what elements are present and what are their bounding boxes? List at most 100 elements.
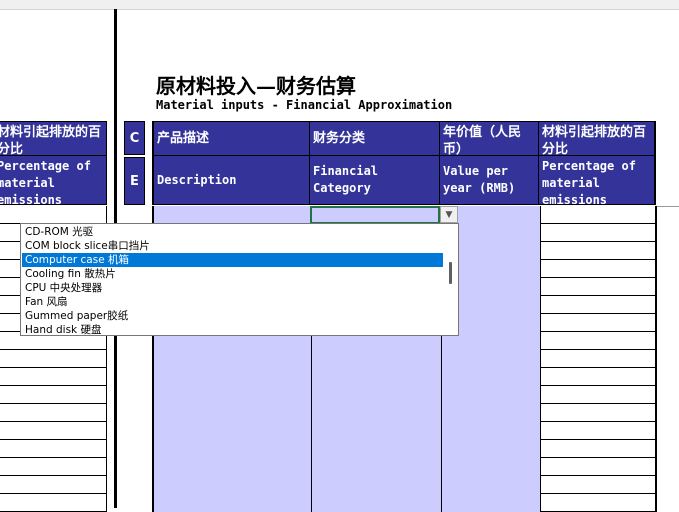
col-c-cell[interactable]: C: [124, 121, 145, 155]
description-cell[interactable]: [154, 350, 312, 368]
percentage-cell[interactable]: [541, 386, 657, 404]
active-cell-financial-category[interactable]: [310, 206, 440, 224]
value-cell[interactable]: [442, 458, 541, 476]
table-row: [152, 404, 657, 422]
category-dropdown-list[interactable]: CD-ROM 光驱 COM block slice串口挡片 Computer cas…: [20, 223, 459, 336]
header-percentage-en-text: Percentage of material emissions: [542, 159, 636, 205]
value-cell[interactable]: [442, 350, 541, 368]
description-cell[interactable]: [154, 206, 312, 224]
percentage-cell[interactable]: [541, 476, 657, 494]
value-cell[interactable]: [442, 422, 541, 440]
financial-category-cell[interactable]: [312, 386, 442, 404]
percentage-cell[interactable]: [541, 242, 657, 260]
percentage-cell[interactable]: [541, 440, 657, 458]
dropdown-option[interactable]: Cooling fin 散热片: [22, 267, 443, 281]
sheet-gridline: [657, 206, 679, 207]
description-cell[interactable]: [154, 386, 312, 404]
percentage-cell[interactable]: [541, 314, 657, 332]
description-cell[interactable]: [154, 458, 312, 476]
table-row: [152, 368, 657, 386]
left-header-zh: 材料引起排放的百分比: [0, 121, 107, 156]
header-percentage-zh-text: 材料引起排放的百分比: [542, 125, 647, 156]
header-category-en: Financial Category: [310, 156, 440, 205]
description-cell[interactable]: [154, 476, 312, 494]
financial-category-cell[interactable]: [312, 476, 442, 494]
financial-category-cell[interactable]: [312, 404, 442, 422]
table-row: [152, 422, 657, 440]
header-description-en-text: Description: [157, 172, 237, 187]
toolbar-strip: [0, 0, 679, 10]
value-cell[interactable]: [442, 476, 541, 494]
table-row: [152, 386, 657, 404]
col-e-label: E: [130, 173, 139, 189]
table-row: [152, 350, 657, 368]
value-cell[interactable]: [442, 368, 541, 386]
description-cell[interactable]: [154, 368, 312, 386]
header-value-zh: 年价值（人民币）: [440, 121, 539, 156]
left-table-row[interactable]: [0, 458, 107, 476]
value-cell[interactable]: [442, 386, 541, 404]
financial-category-cell[interactable]: [312, 440, 442, 458]
chevron-down-icon: ▼: [445, 209, 453, 220]
left-table-row[interactable]: [0, 476, 107, 494]
header-value-en-text: Value per year (RMB): [443, 164, 516, 195]
left-table-row[interactable]: [0, 494, 107, 512]
header-description-zh: 产品描述: [152, 121, 310, 156]
page-title-zh: 原材料投入—财务估算: [156, 74, 356, 98]
percentage-cell[interactable]: [541, 206, 657, 224]
description-cell[interactable]: [154, 422, 312, 440]
percentage-cell[interactable]: [541, 224, 657, 242]
financial-category-cell[interactable]: [312, 422, 442, 440]
value-cell[interactable]: [442, 440, 541, 458]
percentage-cell[interactable]: [541, 296, 657, 314]
left-header-zh-text: 材料引起排放的百分比: [0, 125, 102, 156]
dropdown-scrollbar-thumb[interactable]: [449, 262, 452, 284]
header-description-en: Description: [152, 156, 310, 205]
left-table-row[interactable]: [0, 422, 107, 440]
dropdown-option[interactable]: Computer case 机箱: [22, 253, 443, 267]
header-percentage-en: Percentage of material emissions: [539, 156, 656, 205]
page-title-en: Material inputs - Financial Approximatio…: [156, 98, 453, 112]
header-category-zh-text: 财务分类: [313, 131, 366, 146]
financial-category-cell[interactable]: [312, 350, 442, 368]
table-row: [152, 458, 657, 476]
dropdown-option[interactable]: Hand disk 硬盘: [22, 323, 443, 335]
header-description-zh-text: 产品描述: [157, 131, 210, 146]
description-cell[interactable]: [154, 404, 312, 422]
percentage-cell[interactable]: [541, 494, 657, 512]
dropdown-scrollbar[interactable]: [446, 226, 456, 333]
percentage-cell[interactable]: [541, 458, 657, 476]
dropdown-option[interactable]: CD-ROM 光驱: [22, 225, 443, 239]
col-e-cell[interactable]: E: [124, 157, 145, 205]
dropdown-option[interactable]: CPU 中央处理器: [22, 281, 443, 295]
dropdown-option[interactable]: Fan 风扇: [22, 295, 443, 309]
dropdown-option[interactable]: COM block slice串口挡片: [22, 239, 443, 253]
left-header-en-text: Percentage of material emissions: [0, 159, 91, 205]
dropdown-option[interactable]: Gummed paper胶纸: [22, 309, 443, 323]
percentage-cell[interactable]: [541, 350, 657, 368]
description-cell[interactable]: [154, 494, 312, 512]
header-value-en: Value per year (RMB): [440, 156, 539, 205]
percentage-cell[interactable]: [541, 422, 657, 440]
left-table-row[interactable]: [0, 404, 107, 422]
left-table-row[interactable]: [0, 350, 107, 368]
description-cell[interactable]: [154, 440, 312, 458]
left-table-row[interactable]: [0, 368, 107, 386]
left-table-row[interactable]: [0, 206, 107, 224]
value-cell[interactable]: [442, 404, 541, 422]
percentage-cell[interactable]: [541, 404, 657, 422]
percentage-cell[interactable]: [541, 278, 657, 296]
table-row: [152, 494, 657, 512]
dropdown-arrow-button[interactable]: ▼: [440, 206, 458, 223]
percentage-cell[interactable]: [541, 368, 657, 386]
financial-category-cell[interactable]: [312, 368, 442, 386]
value-cell[interactable]: [442, 494, 541, 512]
left-table-row[interactable]: [0, 386, 107, 404]
percentage-cell[interactable]: [541, 332, 657, 350]
left-table-row[interactable]: [0, 440, 107, 458]
table-row: [152, 476, 657, 494]
percentage-cell[interactable]: [541, 260, 657, 278]
financial-category-cell[interactable]: [312, 458, 442, 476]
financial-category-cell[interactable]: [312, 494, 442, 512]
header-category-zh: 财务分类: [310, 121, 440, 156]
